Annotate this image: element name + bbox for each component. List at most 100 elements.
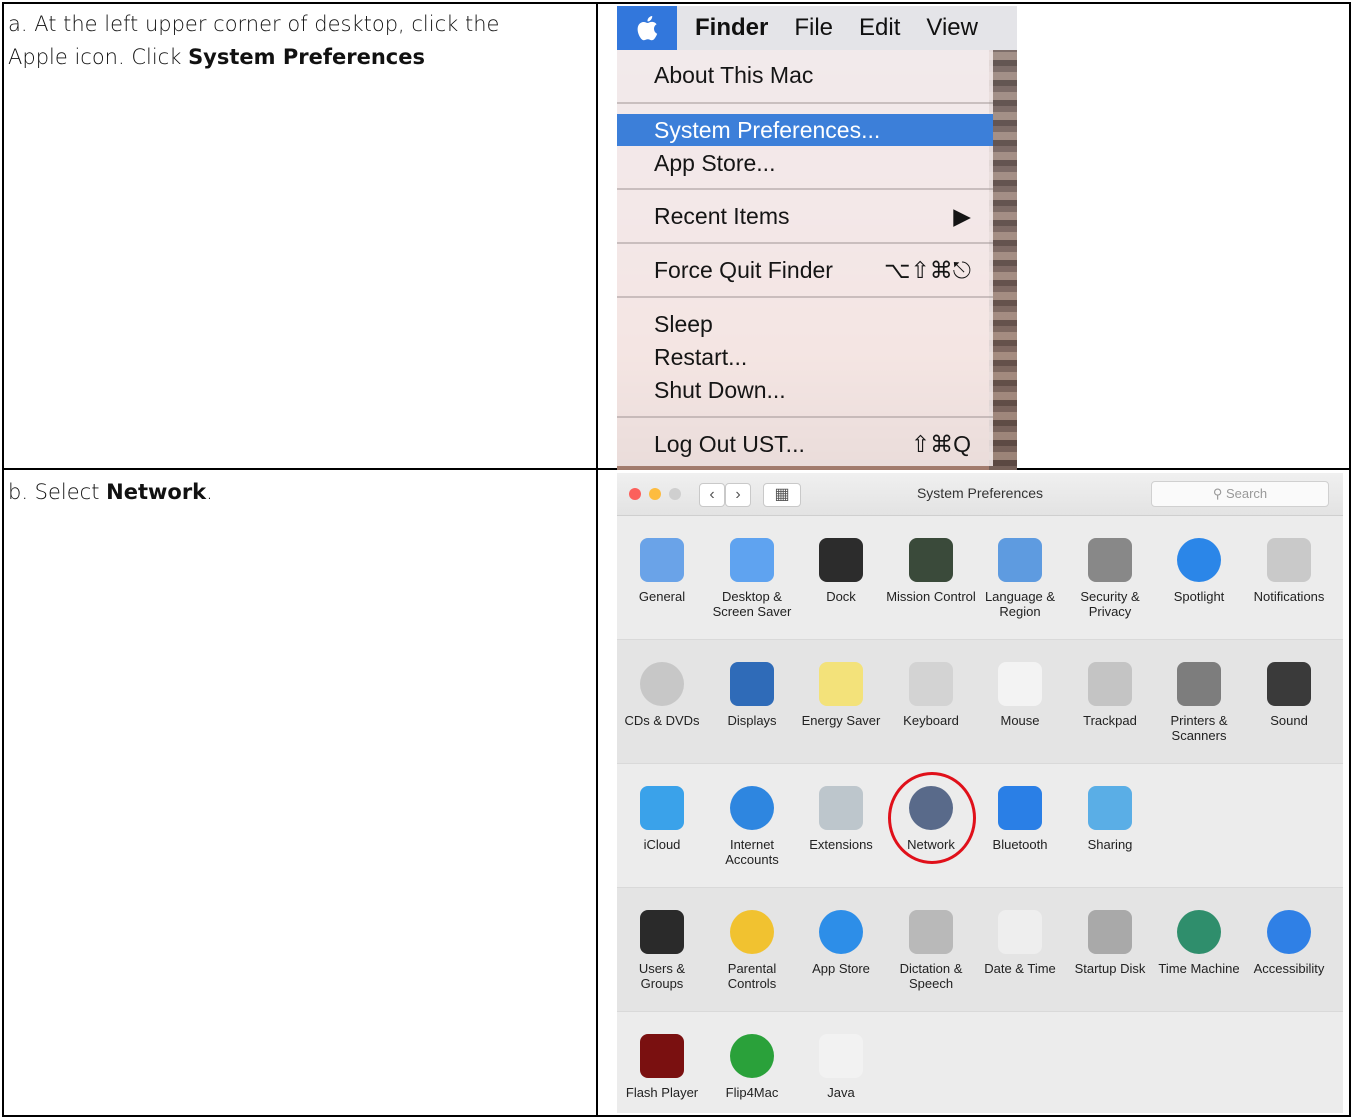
pane-internet-accounts[interactable]: Internet Accounts [707,764,797,884]
dock-icon [819,538,863,582]
pane-users[interactable]: Users & Groups [617,888,707,1008]
pane-cd[interactable]: CDs & DVDs [617,640,707,760]
pane-label: Dictation & Speech [899,961,963,991]
flash-icon [640,1034,684,1078]
pane-printer[interactable]: Printers & Scanners [1154,640,1244,760]
pane-trackpad[interactable]: Trackpad [1065,640,1155,760]
pane-time-machine[interactable]: Time Machine [1154,888,1244,1008]
step-b-text: b. Select Network. [8,476,578,509]
pane-bluetooth[interactable]: Bluetooth [975,764,1065,884]
pane-label: Startup Disk [1074,961,1146,976]
step-a-line1: a. At the left upper corner of desktop, … [8,12,500,36]
security-icon [1088,538,1132,582]
step-b-bold: Network [106,480,207,504]
parental-icon [730,910,774,954]
pane-extensions[interactable]: Extensions [796,764,886,884]
pane-label: Time Machine [1158,961,1240,976]
pane-label: Keyboard [903,713,959,728]
pane-icloud[interactable]: iCloud [617,764,707,884]
pane-label: Sharing [1087,837,1133,852]
pane-startup-disk[interactable]: Startup Disk [1065,888,1155,1008]
menu-item-about[interactable]: About This Mac [617,59,993,91]
internet-accounts-icon [730,786,774,830]
pane-accessibility[interactable]: Accessibility [1244,888,1334,1008]
pane-energy[interactable]: Energy Saver [796,640,886,760]
pane-mission-control[interactable]: Mission Control [886,516,976,636]
pane-label: Java [827,1085,855,1100]
submenu-arrow-icon: ▶ [953,203,971,229]
printer-icon [1177,662,1221,706]
force-quit-shortcut: ⌥⇧⌘⎋ [884,257,971,283]
pane-label: Printers & Scanners [1170,713,1228,743]
pane-label: Spotlight [1173,589,1225,604]
menu-separator [617,188,993,190]
apple-logo-icon [637,16,658,41]
pane-dock[interactable]: Dock [796,516,886,636]
pane-flip4mac[interactable]: Flip4Mac [707,1012,797,1113]
pane-language[interactable]: Language & Region [975,516,1065,636]
pane-dictation[interactable]: Dictation & Speech [886,888,976,1008]
menu-item-restart[interactable]: Restart... [617,341,993,373]
pane-keyboard[interactable]: Keyboard [886,640,976,760]
pane-flash[interactable]: Flash Player [617,1012,707,1113]
network-highlight-circle [888,772,976,864]
menubar-edit[interactable]: Edit [859,14,900,42]
menu-item-label: Force Quit Finder [654,257,833,283]
pane-spotlight[interactable]: Spotlight [1154,516,1244,636]
pane-row: Flash Player Flip4Mac Java [617,1012,1343,1113]
pane-label: Accessibility [1253,961,1325,976]
pane-java[interactable]: Java [796,1012,886,1113]
menubar-file[interactable]: File [794,14,833,42]
menu-item-label: System Preferences... [654,117,881,143]
pane-notifications[interactable]: Notifications [1244,516,1334,636]
pane-app-store[interactable]: App Store [796,888,886,1008]
pane-label: CDs & DVDs [624,713,700,728]
pane-mouse[interactable]: Mouse [975,640,1065,760]
menu-item-label: Log Out UST... [654,431,805,457]
pane-row: General Desktop & Screen Saver Dock Mission… [617,516,1343,640]
pane-label: General [638,589,686,604]
pane-date-time[interactable]: Date & Time [975,888,1065,1008]
mouse-icon [998,662,1042,706]
trackpad-icon [1088,662,1132,706]
step-a-text: a. At the left upper corner of desktop, … [8,8,578,74]
preference-pane-grid: General Desktop & Screen Saver Dock Mission… [617,516,1343,1113]
menu-item-sleep[interactable]: Sleep [617,308,993,340]
menu-item-shut-down[interactable]: Shut Down... [617,374,993,406]
icloud-icon [640,786,684,830]
pane-sound[interactable]: Sound [1244,640,1334,760]
apple-menu-button[interactable] [617,6,677,50]
energy-icon [819,662,863,706]
accessibility-icon [1267,910,1311,954]
pane-label: Flip4Mac [725,1085,779,1100]
menu-item-system-preferences[interactable]: System Preferences... [617,114,993,146]
pane-label: Notifications [1253,589,1325,604]
pane-general[interactable]: General [617,516,707,636]
dictation-icon [909,910,953,954]
menubar-view[interactable]: View [926,14,978,42]
pane-label: Security & Privacy [1080,589,1140,619]
pane-sharing[interactable]: Sharing [1065,764,1155,884]
menu-separator [617,102,993,104]
menubar-finder[interactable]: Finder [695,14,768,42]
search-placeholder: Search [1225,486,1268,501]
desktop-icon [730,538,774,582]
menu-item-force-quit[interactable]: Force Quit Finder ⌥⇧⌘⎋ [617,254,993,286]
menu-separator [617,416,993,418]
step-b-suffix: . [206,480,213,504]
apple-menu-dropdown: About This Mac System Preferences... App… [617,50,993,466]
search-field[interactable]: ⚲ Search [1151,481,1329,507]
pane-row: Users & Groups Parental Controls App Store… [617,888,1343,1012]
pane-label: Trackpad [1083,713,1137,728]
pane-parental[interactable]: Parental Controls [707,888,797,1008]
menu-item-log-out[interactable]: Log Out UST... ⇧⌘Q [617,428,993,460]
pane-security[interactable]: Security & Privacy [1065,516,1155,636]
menu-item-app-store[interactable]: App Store... [617,147,993,179]
pane-label: Language & Region [984,589,1056,619]
menu-item-label: Shut Down... [654,377,786,403]
pane-displays[interactable]: Displays [707,640,797,760]
pane-label: Date & Time [984,961,1056,976]
pane-desktop[interactable]: Desktop & Screen Saver [707,516,797,636]
menu-item-recent-items[interactable]: Recent Items ▶ [617,200,993,232]
extensions-icon [819,786,863,830]
